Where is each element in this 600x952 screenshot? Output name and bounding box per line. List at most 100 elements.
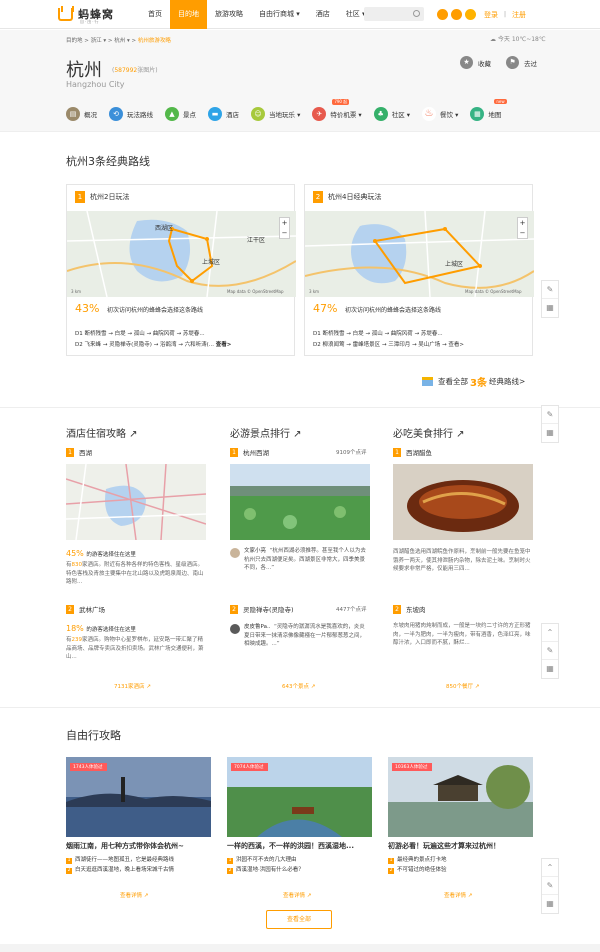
scenic-rank-title[interactable]: 必游景点排行 ↗ <box>230 425 302 440</box>
food-item[interactable]: 1 西湖醋鱼 <box>393 447 432 457</box>
avatar[interactable] <box>230 624 240 634</box>
subnav-route[interactable]: ⟲ 玩法路线 <box>109 106 153 122</box>
more-hotels-link[interactable]: 7131家酒店 ↗ <box>114 682 151 690</box>
point-number: 1 <box>227 858 233 864</box>
guide-card[interactable]: 1743人体验过 烟雨江南，用七种方式带你体会杭州~ 1 西湖徒行——地图孤丑，它… <box>66 757 211 882</box>
nav-home[interactable]: 首页 <box>140 0 170 29</box>
crumb-current: 杭州旅游攻略 <box>137 38 171 44</box>
back-to-top-icon[interactable]: ⌃ <box>542 624 558 642</box>
subnav-fun[interactable]: ☺ 当地玩乐 ▾ <box>251 106 300 122</box>
route-number: 2 <box>313 191 323 203</box>
edit-icon[interactable]: ✎ <box>542 877 558 895</box>
subnav-community[interactable]: ♣ 社区 ▾ <box>373 106 410 122</box>
zoom-control[interactable]: + − <box>517 217 528 239</box>
crumb-hangzhou[interactable]: 杭州 ▾ <box>114 38 130 44</box>
fun-icon: ☺ <box>251 107 265 121</box>
avatar[interactable] <box>230 548 240 558</box>
been-button[interactable]: ⚑ 去过 <box>506 56 537 69</box>
view-all-routes[interactable]: 查看全部 3条 经典路线> <box>422 374 525 389</box>
crumb-zhejiang[interactable]: 浙江 ▾ <box>91 38 107 44</box>
hotel-area-map[interactable] <box>66 464 206 540</box>
guide-card[interactable]: 7074人体验过 一样的西溪，不一样的洪园！西溪湿地... 1 洪园不可不去的几大… <box>227 757 372 882</box>
back-to-top-icon[interactable]: ⌃ <box>542 859 558 877</box>
review-user[interactable]: 文家小亮 <box>244 548 266 554</box>
subnav-food[interactable]: ♨ 餐饮 ▾ <box>422 106 458 122</box>
subnav-hotel[interactable]: ▬ 酒店 <box>208 106 239 122</box>
guide-point-text: 洪园不可不去的几大理由 <box>236 857 297 863</box>
nav-hotel[interactable]: 酒店 <box>308 0 338 29</box>
map-scale: 3 km <box>309 289 320 294</box>
view-all-guides-button[interactable]: 查看全部 <box>266 910 332 929</box>
guide-title[interactable]: 烟雨江南，用七种方式带你体会杭州~ <box>66 841 211 851</box>
route-card[interactable]: 2 杭州4日经典玩法 上城区 + − 3 km Map data © OpenStr… <box>304 184 534 356</box>
more-food-link[interactable]: 850个餐厅 ↗ <box>446 682 479 690</box>
search-input[interactable] <box>364 7 424 21</box>
map-label: 西湖区 <box>155 225 174 232</box>
route-day2: D2 飞来峰 → 灵隐禅寺(灵隐寺) → 浴鹄湾 → 六和听涛(... 查看> <box>75 340 231 348</box>
zoom-control[interactable]: + − <box>279 217 290 239</box>
route-more-link[interactable]: 查看> <box>216 342 232 348</box>
guide-title[interactable]: 初游必看！玩遍这些才算来过杭州！ <box>388 841 533 851</box>
wechat-icon[interactable] <box>465 9 476 20</box>
food-photo[interactable] <box>393 464 533 540</box>
nav-mall[interactable]: 自由行商城 ▾ <box>251 0 308 29</box>
edit-icon[interactable]: ✎ <box>542 281 558 299</box>
route-map-graphic <box>305 211 534 297</box>
guide-detail-link[interactable]: 查看详情 ↗ <box>444 891 472 899</box>
food-rank-title[interactable]: 必吃美食排行 ↗ <box>393 425 465 440</box>
subnav-overview[interactable]: ▤ 概况 <box>66 106 97 122</box>
hotel-area-item[interactable]: 1 西湖 <box>66 447 92 457</box>
more-scenic-link[interactable]: 643个景点 ↗ <box>282 682 315 690</box>
search-icon[interactable] <box>413 10 420 17</box>
login-link[interactable]: 登录 <box>484 10 498 20</box>
qrcode-icon[interactable]: ▦ <box>542 895 558 913</box>
scenic-photo[interactable] <box>230 464 370 540</box>
logo[interactable]: 蚂蜂窝 自·由·行 <box>58 4 118 26</box>
hotel-area-item[interactable]: 2 武林广场 <box>66 604 105 614</box>
scenic-item[interactable]: 2 灵隐禅寺(灵隐寺) <box>230 604 294 614</box>
food-desc: 东坡肉用猪肉炖制而成，一般是一块约二寸许的方正形猪肉，一半为肥肉，一半为瘦肉，带… <box>393 623 531 646</box>
guide-point-text: 白天逛逛西溪湿地，晚上看场宋城千古情 <box>75 867 175 873</box>
route-map[interactable]: 上城区 + − 3 km Map data © OpenStreetMap <box>305 211 534 297</box>
subnav-ticket[interactable]: ✈ 特价机票 ▾ 790 起 <box>312 99 362 122</box>
weibo-icon[interactable] <box>437 9 448 20</box>
guide-detail-link[interactable]: 查看详情 ↗ <box>283 891 311 899</box>
nav-guides[interactable]: 旅游攻略 <box>207 0 251 29</box>
guide-point-text: 最经典的景点打卡地 <box>397 857 447 863</box>
crumb-destination[interactable]: 目的地 <box>66 38 83 44</box>
photo-count[interactable]: (587992张图片) <box>112 65 158 74</box>
route-card[interactable]: 1 杭州2日玩法 西湖区 江干区 上城区 + − 3 km Map data © O… <box>66 184 296 356</box>
route-map[interactable]: 西湖区 江干区 上城区 + − 3 km Map data © OpenStree… <box>67 211 296 297</box>
subnav-label: 酒店 <box>226 111 239 119</box>
scenic-review: 皮皮鲁Pa.. “灵隐寺的潺潺流水是我喜欢的，炎炎夏日带来一抹清凉佛像藏襁在一片… <box>244 623 370 657</box>
qrcode-icon[interactable]: ▦ <box>542 660 558 678</box>
guide-detail-link[interactable]: 查看详情 ↗ <box>120 891 148 899</box>
qrcode-icon[interactable]: ▦ <box>542 424 558 442</box>
scenic-item[interactable]: 1 杭州西湖 <box>230 447 269 457</box>
subnav-map[interactable]: ▦ 地图 new <box>470 99 507 122</box>
food-item[interactable]: 2 东坡肉 <box>393 604 426 614</box>
hotel-guide-title[interactable]: 酒店住宿攻略 ↗ <box>66 425 138 440</box>
subnav-label: 当地玩乐 ▾ <box>269 111 301 119</box>
review-user[interactable]: 皮皮鲁Pa.. <box>244 624 270 630</box>
guide-title[interactable]: 一样的西溪，不一样的洪园！西溪湿地... <box>227 841 372 851</box>
favorite-button[interactable]: ★ 收藏 <box>460 56 491 69</box>
route-title[interactable]: 杭州4日经典玩法 <box>328 192 381 202</box>
qq-icon[interactable] <box>451 9 462 20</box>
guide-point: 1 最经典的景点打卡地 <box>388 855 447 864</box>
route-title[interactable]: 杭州2日玩法 <box>90 192 129 202</box>
price-badge: 790 起 <box>332 99 350 105</box>
register-link[interactable]: 注册 <box>512 10 526 20</box>
hotel-pct-value: 18% <box>66 624 84 633</box>
edit-icon[interactable]: ✎ <box>542 406 558 424</box>
city-subnav: ▤ 概况 ⟲ 玩法路线 ▲ 景点 ▬ 酒店 ☺ 当地玩乐 ▾ ✈ 特价机票 ▾ 790 起 ♣… <box>66 99 546 122</box>
subnav-scenic[interactable]: ▲ 景点 <box>165 106 196 122</box>
edit-icon[interactable]: ✎ <box>542 642 558 660</box>
nav-destination[interactable]: 目的地 <box>170 0 207 29</box>
flag-icon: ⚑ <box>506 56 519 69</box>
hotel-area-desc: 有830家酒店。附近有各种各样的特色客栈、星级酒店。特色客栈及青旅主要集中在北山… <box>66 561 208 595</box>
guide-card[interactable]: 10363人体验过 初游必看！玩遍这些才算来过杭州！ 1 最经典的景点打卡地 2不… <box>388 757 533 882</box>
side-tools: ⌃ ✎ ▦ <box>541 623 559 679</box>
food-desc: 西湖醋鱼选用西湖鲩鱼作原料，烹制前一般先要在鱼笼中饿养一两天，使其排泄肠内杂物，… <box>393 549 531 572</box>
qrcode-icon[interactable]: ▦ <box>542 299 558 317</box>
